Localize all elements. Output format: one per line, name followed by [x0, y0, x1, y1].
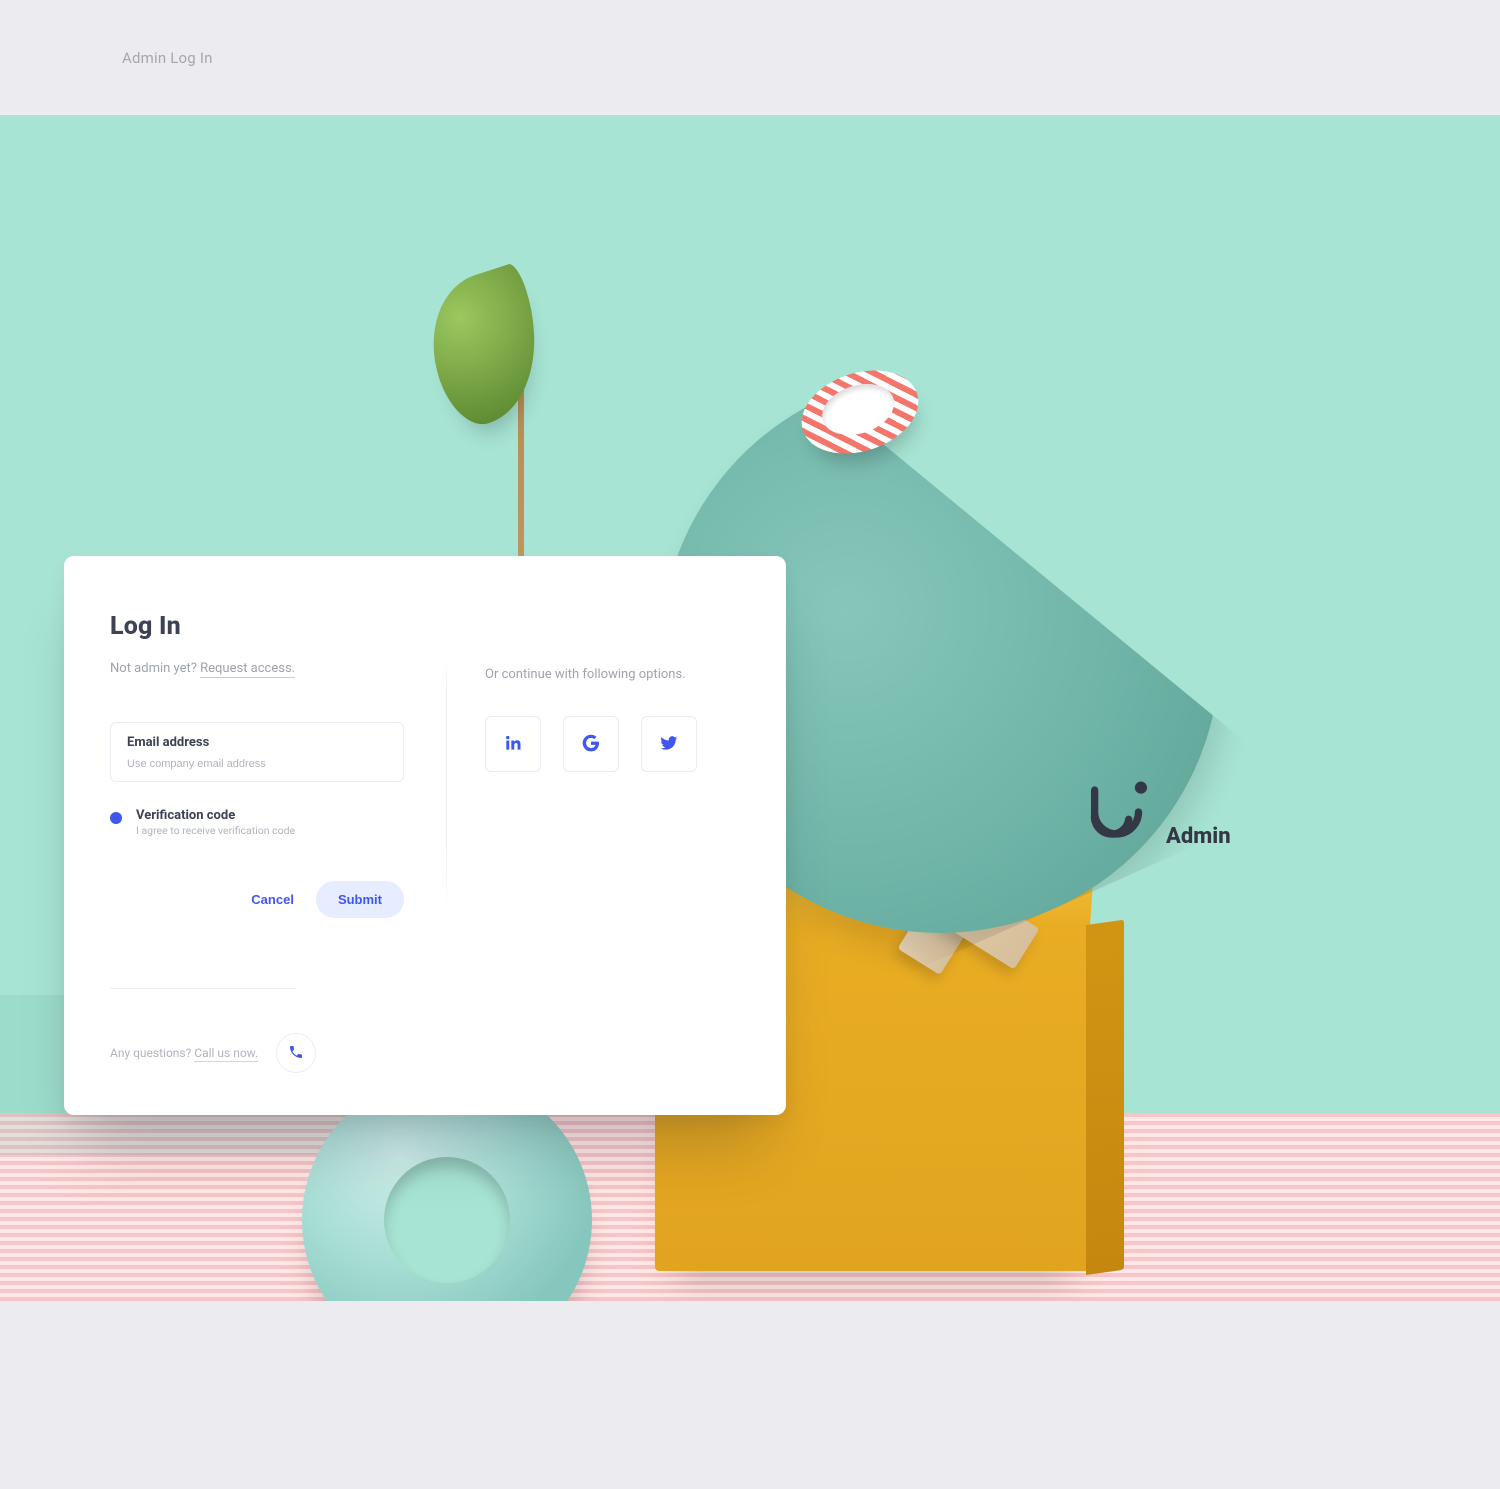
- brand: Admin: [1080, 773, 1231, 855]
- twitter-icon: [659, 733, 679, 756]
- verification-subtext: I agree to receive verification code: [136, 824, 295, 837]
- decor-tape-roll: [791, 356, 929, 467]
- topbar: Admin Log In: [0, 0, 1500, 115]
- request-access-link[interactable]: Request access.: [200, 661, 295, 678]
- decor-leaf: [412, 262, 561, 434]
- hero-scene: Admin Log In Not admin yet? Request acce…: [0, 115, 1500, 1301]
- phone-icon: [288, 1044, 304, 1063]
- card-footer: Any questions? Call us now.: [110, 988, 740, 1073]
- social-login-column: Or continue with following options.: [446, 661, 740, 918]
- page-title: Admin Log In: [122, 49, 213, 67]
- google-icon: [581, 733, 601, 756]
- form-actions: Cancel Submit: [110, 881, 404, 918]
- cancel-button[interactable]: Cancel: [251, 892, 294, 907]
- linkedin-icon: [503, 733, 523, 756]
- request-access-line: Not admin yet? Request access.: [110, 661, 404, 676]
- brand-logo-icon: [1080, 773, 1158, 855]
- social-title: Or continue with following options.: [485, 667, 740, 682]
- verification-title: Verification code: [136, 808, 295, 823]
- footer-divider: [110, 988, 296, 989]
- page-tail: [0, 1301, 1500, 1489]
- email-input[interactable]: [127, 758, 387, 770]
- google-button[interactable]: [563, 716, 619, 772]
- call-us-link[interactable]: Call us now.: [194, 1046, 258, 1062]
- email-label: Email address: [127, 735, 387, 750]
- verification-option[interactable]: Verification code I agree to receive ver…: [110, 808, 404, 837]
- radio-selected-icon: [110, 812, 122, 824]
- footer-line: Any questions? Call us now.: [110, 1046, 258, 1060]
- brand-label: Admin: [1166, 824, 1231, 855]
- request-access-prefix: Not admin yet?: [110, 661, 200, 676]
- call-button[interactable]: [276, 1033, 316, 1073]
- login-form: Not admin yet? Request access. Email add…: [110, 661, 446, 918]
- footer-prefix: Any questions?: [110, 1046, 194, 1060]
- login-card: Log In Not admin yet? Request access. Em…: [64, 556, 786, 1115]
- linkedin-button[interactable]: [485, 716, 541, 772]
- card-title: Log In: [110, 612, 740, 641]
- twitter-button[interactable]: [641, 716, 697, 772]
- submit-button[interactable]: Submit: [316, 881, 404, 918]
- email-field-wrapper[interactable]: Email address: [110, 722, 404, 782]
